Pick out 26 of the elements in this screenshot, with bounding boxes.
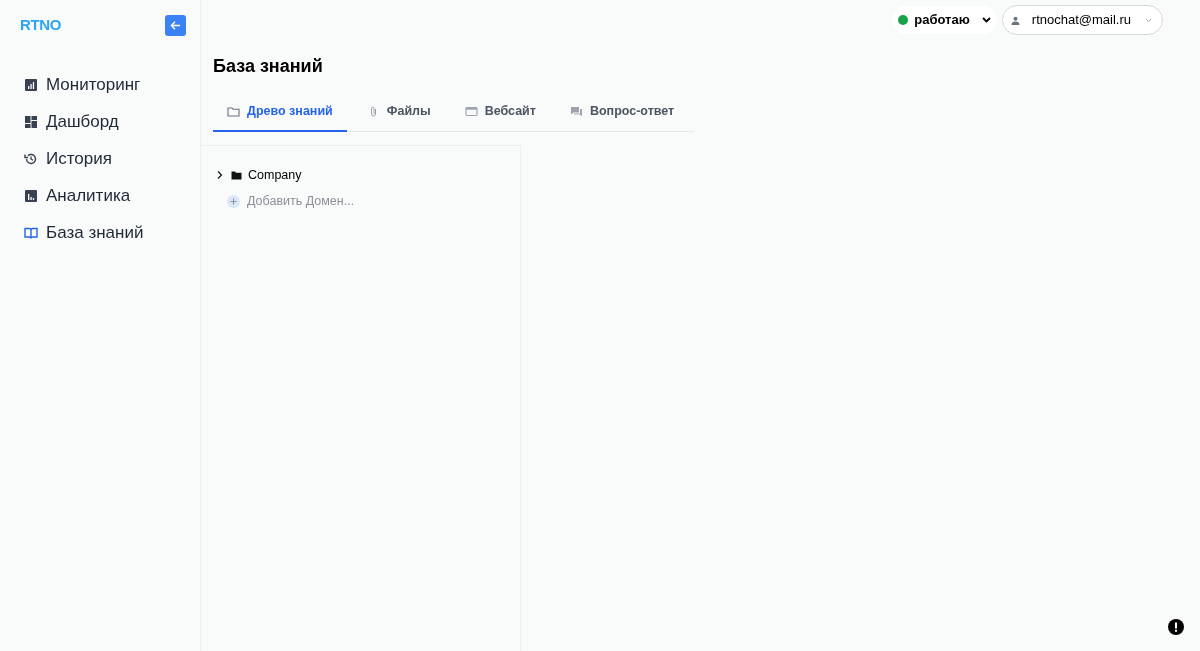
sidebar-item[interactable]: Аналитика xyxy=(24,182,200,210)
tree-node[interactable]: Company xyxy=(215,165,520,185)
person-icon xyxy=(1010,15,1020,25)
sidebar-item[interactable]: История xyxy=(24,145,200,173)
folder-icon xyxy=(227,104,240,118)
sidebar-item[interactable]: Дашборд xyxy=(24,108,200,136)
tab[interactable]: Вебсайт xyxy=(450,92,550,132)
tab[interactable]: Файлы xyxy=(352,92,445,132)
status-dropdown[interactable]: работаю xyxy=(892,6,997,34)
browser-window-icon xyxy=(464,104,478,118)
plus-icon xyxy=(227,194,240,208)
logo: RTNO xyxy=(20,15,61,35)
chevron-down-icon xyxy=(981,17,991,23)
chat-icon xyxy=(569,104,583,118)
chevron-down-icon xyxy=(1145,17,1152,23)
user-dropdown[interactable]: rtnochat@mail.ru xyxy=(1001,5,1163,35)
tab[interactable]: Древо знаний xyxy=(213,92,347,132)
page-title: База знаний xyxy=(213,55,324,78)
sidebar-item[interactable]: База знаний xyxy=(24,219,200,247)
folder-icon xyxy=(231,170,242,180)
tab[interactable]: Вопрос-ответ xyxy=(555,92,689,132)
alert-icon xyxy=(1168,619,1184,635)
collapse-sidebar-button[interactable] xyxy=(165,14,186,36)
sidebar-item[interactable]: Мониторинг xyxy=(24,71,200,99)
arrow-left-icon xyxy=(170,19,181,31)
chevron-right-icon[interactable] xyxy=(215,170,225,180)
